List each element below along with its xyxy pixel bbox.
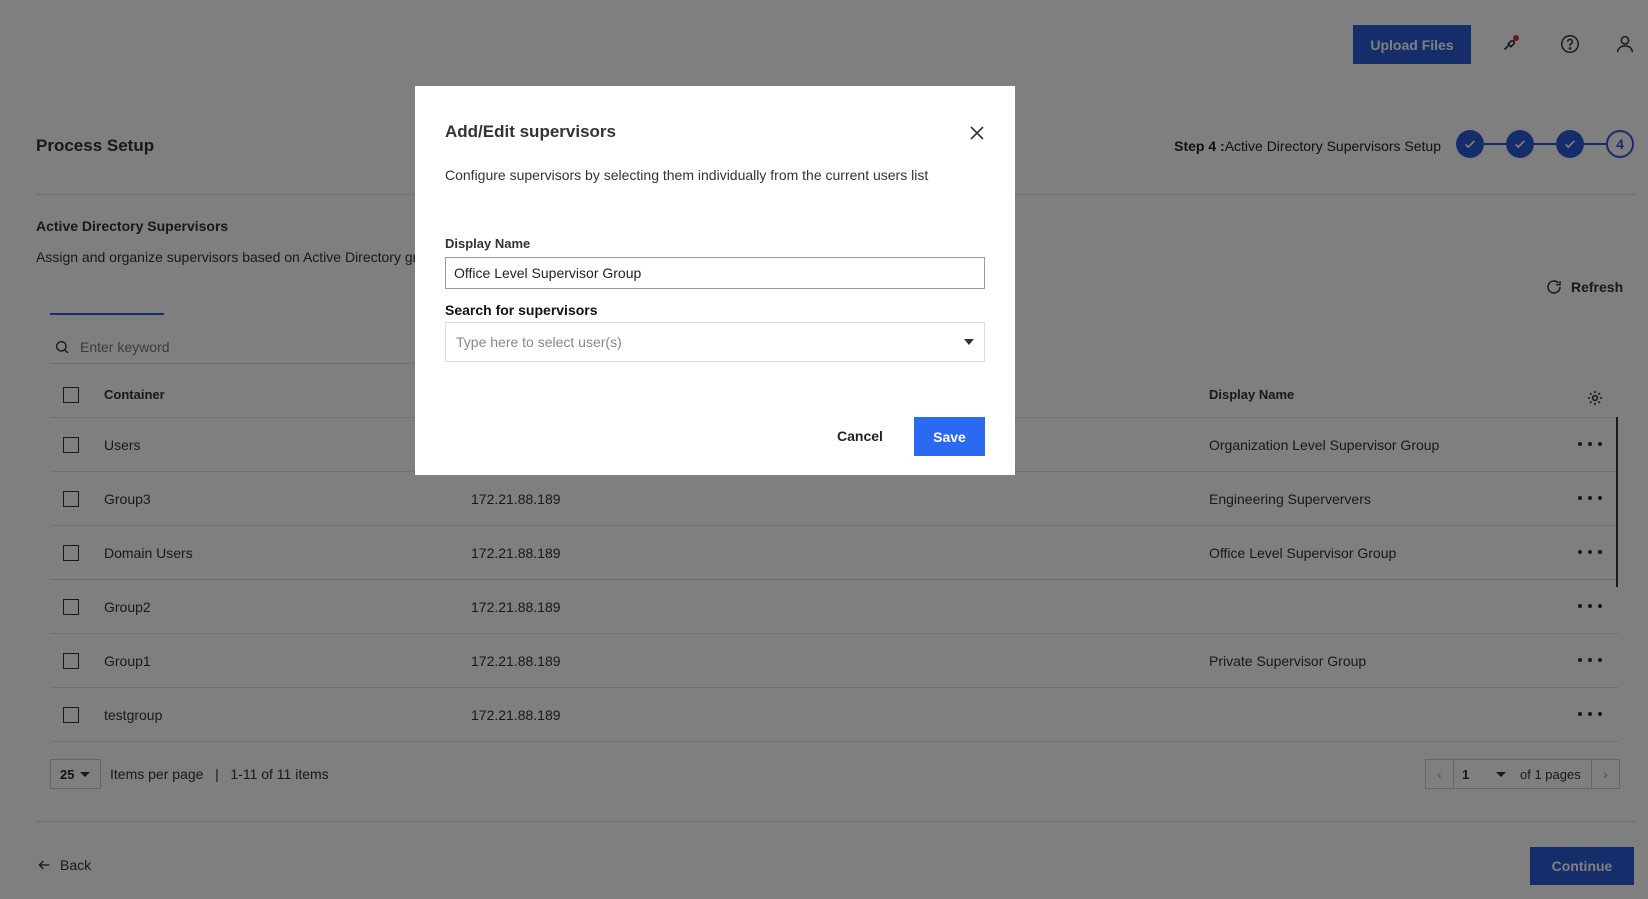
dialog-title: Add/Edit supervisors — [445, 122, 616, 141]
display-name-label-text: Display Name — [445, 236, 531, 251]
caret-down-icon — [964, 339, 974, 345]
dialog-description: Configure supervisors by selecting them … — [445, 167, 929, 183]
cancel-button[interactable]: Cancel — [827, 417, 893, 455]
close-icon[interactable] — [966, 122, 988, 144]
save-button[interactable]: Save — [914, 417, 985, 456]
add-edit-supervisors-dialog: Add/Edit supervisors Configure superviso… — [415, 86, 1015, 475]
search-supervisors-label: Search for supervisors — [445, 302, 598, 318]
supervisor-select[interactable]: Type here to select user(s) — [445, 322, 985, 362]
display-name-field[interactable] — [445, 257, 985, 289]
supervisor-select-placeholder: Type here to select user(s) — [456, 334, 622, 350]
display-name-label: Display Name — [445, 236, 530, 251]
